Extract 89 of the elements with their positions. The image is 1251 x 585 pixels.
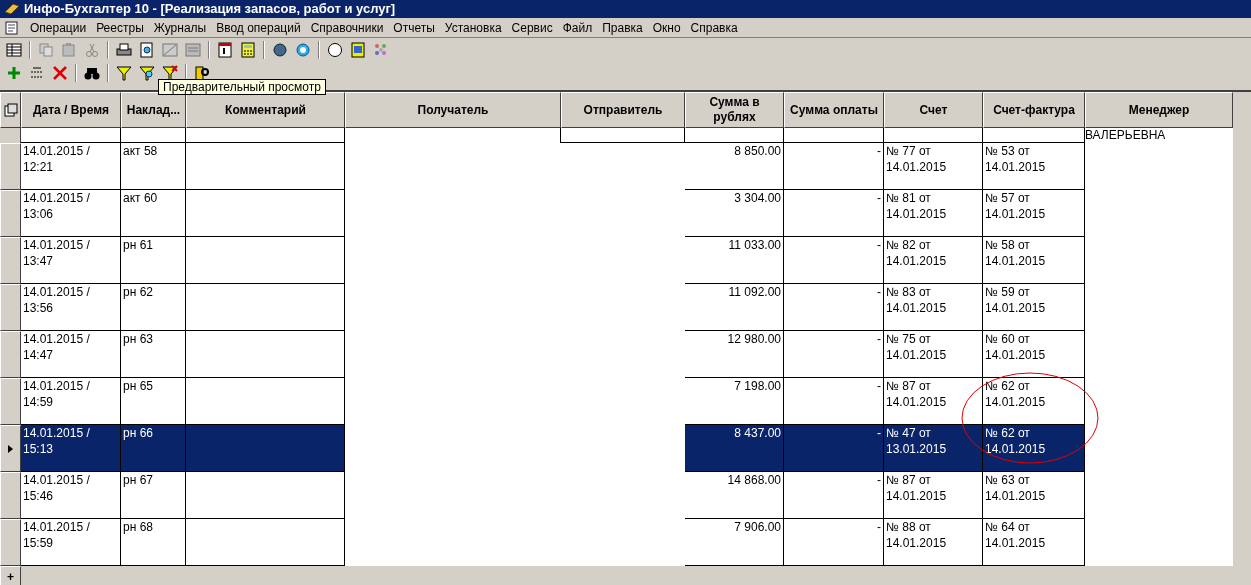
copy-records-icon[interactable]	[3, 103, 18, 117]
table-cell: № 47 от 13.01.2015	[884, 425, 983, 472]
table-cell: № 82 от 14.01.2015	[884, 237, 983, 284]
column-header[interactable]: Получатель	[345, 92, 561, 128]
table-cell: № 53 от 14.01.2015	[983, 143, 1085, 190]
column-header[interactable]: Сумма в рублях	[685, 92, 784, 128]
table-cell: рн 62	[121, 284, 186, 331]
table-cell: № 75 от 14.01.2015	[884, 331, 983, 378]
table-cell: 8 437.00	[685, 425, 784, 472]
table-cell: рн 67	[121, 472, 186, 519]
table-cell: -	[784, 143, 884, 190]
column-header[interactable]: Сумма оплаты	[784, 92, 884, 128]
menu-item[interactable]: Реестры	[92, 18, 148, 37]
menu-item[interactable]: Файл	[558, 18, 597, 37]
table-cell: № 58 от 14.01.2015	[983, 237, 1085, 284]
filter-search-icon[interactable]	[137, 63, 157, 83]
table-cell: рн 68	[121, 519, 186, 566]
table-cell: -	[784, 519, 884, 566]
menu-item[interactable]: Справка	[686, 18, 742, 37]
table-cell: 14.01.2015 / 14:47	[21, 331, 121, 378]
table-cell: 14.01.2015 / 13:06	[21, 190, 121, 237]
table-cell: 11 033.00	[685, 237, 784, 284]
table-cell: № 88 от 14.01.2015	[884, 519, 983, 566]
table-cell: № 57 от 14.01.2015	[983, 190, 1085, 237]
filter-icon[interactable]	[114, 63, 134, 83]
column-header[interactable]: Счет-фактура	[983, 92, 1085, 128]
menu-item[interactable]: Ввод операций	[212, 18, 305, 37]
menu-item[interactable]: Установка	[440, 18, 506, 37]
calendar-icon[interactable]	[215, 40, 235, 60]
new-row-marker: +	[0, 566, 21, 585]
table-cell: -	[784, 284, 884, 331]
table-cell: -	[784, 378, 884, 425]
table-cell: -	[784, 237, 884, 284]
table-cell: -	[784, 472, 884, 519]
table-cell: № 87 от 14.01.2015	[884, 472, 983, 519]
app-logo-icon	[4, 2, 20, 16]
table-cell: № 62 от 14.01.2015	[983, 425, 1085, 472]
table-cell: 14.01.2015 / 13:47	[21, 237, 121, 284]
table-cell: № 87 от 14.01.2015	[884, 378, 983, 425]
menu-item[interactable]: Правка	[598, 18, 647, 37]
table-cell	[121, 128, 186, 143]
table-cell: 14.01.2015 / 15:59	[21, 519, 121, 566]
table-cell: № 62 от 14.01.2015	[983, 378, 1085, 425]
table-cell: № 83 от 14.01.2015	[884, 284, 983, 331]
column-header[interactable]: Отправитель	[561, 92, 685, 128]
table-cell: № 63 от 14.01.2015	[983, 472, 1085, 519]
table-cell: -	[784, 425, 884, 472]
menu-item[interactable]: Операции	[26, 18, 91, 37]
table-cell: акт 60	[121, 190, 186, 237]
table-cell: 14 868.00	[685, 472, 784, 519]
column-header[interactable]: Дата / Время	[21, 92, 121, 128]
table-cell: № 64 от 14.01.2015	[983, 519, 1085, 566]
table-cell: 14.01.2015 / 12:21	[21, 143, 121, 190]
table-cell: № 60 от 14.01.2015	[983, 331, 1085, 378]
table-icon[interactable]	[4, 40, 24, 60]
menu-item[interactable]: Отчеты	[389, 18, 439, 37]
row-pointer-icon	[8, 444, 13, 453]
menu-item[interactable]: Журналы	[149, 18, 211, 37]
table-cell: рн 61	[121, 237, 186, 284]
table-cell: 11 092.00	[685, 284, 784, 331]
table-cell: 7 906.00	[685, 519, 784, 566]
calculator-icon[interactable]	[238, 40, 258, 60]
table-cell: 14.01.2015 / 14:59	[21, 378, 121, 425]
table-cell: № 59 от 14.01.2015	[983, 284, 1085, 331]
menu-item[interactable]: Окно	[648, 18, 685, 37]
table-cell: 14.01.2015 / 13:56	[21, 284, 121, 331]
column-header[interactable]: Менеджер	[1085, 92, 1233, 128]
table-cell: рн 66	[121, 425, 186, 472]
column-header[interactable]: Счет	[884, 92, 983, 128]
table-cell: 8 850.00	[685, 143, 784, 190]
table-cell: рн 63	[121, 331, 186, 378]
table-cell: 14.01.2015 / 15:13	[21, 425, 121, 472]
menu-item[interactable]: Справочники	[306, 18, 388, 37]
table-cell: акт 58	[121, 143, 186, 190]
table-cell: -	[784, 190, 884, 237]
table-cell: -	[784, 331, 884, 378]
table-cell: 3 304.00	[685, 190, 784, 237]
table-cell: 7 198.00	[685, 378, 784, 425]
menu-book-icon[interactable]	[4, 19, 20, 36]
table-cell: 12 980.00	[685, 331, 784, 378]
book-icon[interactable]	[348, 40, 368, 60]
table-cell: № 81 от 14.01.2015	[884, 190, 983, 237]
table-cell: ВАЛЕРЬЕВНА	[1085, 128, 1233, 143]
table-cell: № 77 от 14.01.2015	[884, 143, 983, 190]
table-cell: 14.01.2015 / 15:46	[21, 472, 121, 519]
tooltip: Предварительный просмотр	[158, 79, 326, 95]
table-cell: рн 65	[121, 378, 186, 425]
window-title: Инфо-Бухгалтер 10 - [Реализация запасов, работ и услуг]	[24, 0, 396, 19]
menu-item[interactable]: Сервис	[507, 18, 557, 37]
